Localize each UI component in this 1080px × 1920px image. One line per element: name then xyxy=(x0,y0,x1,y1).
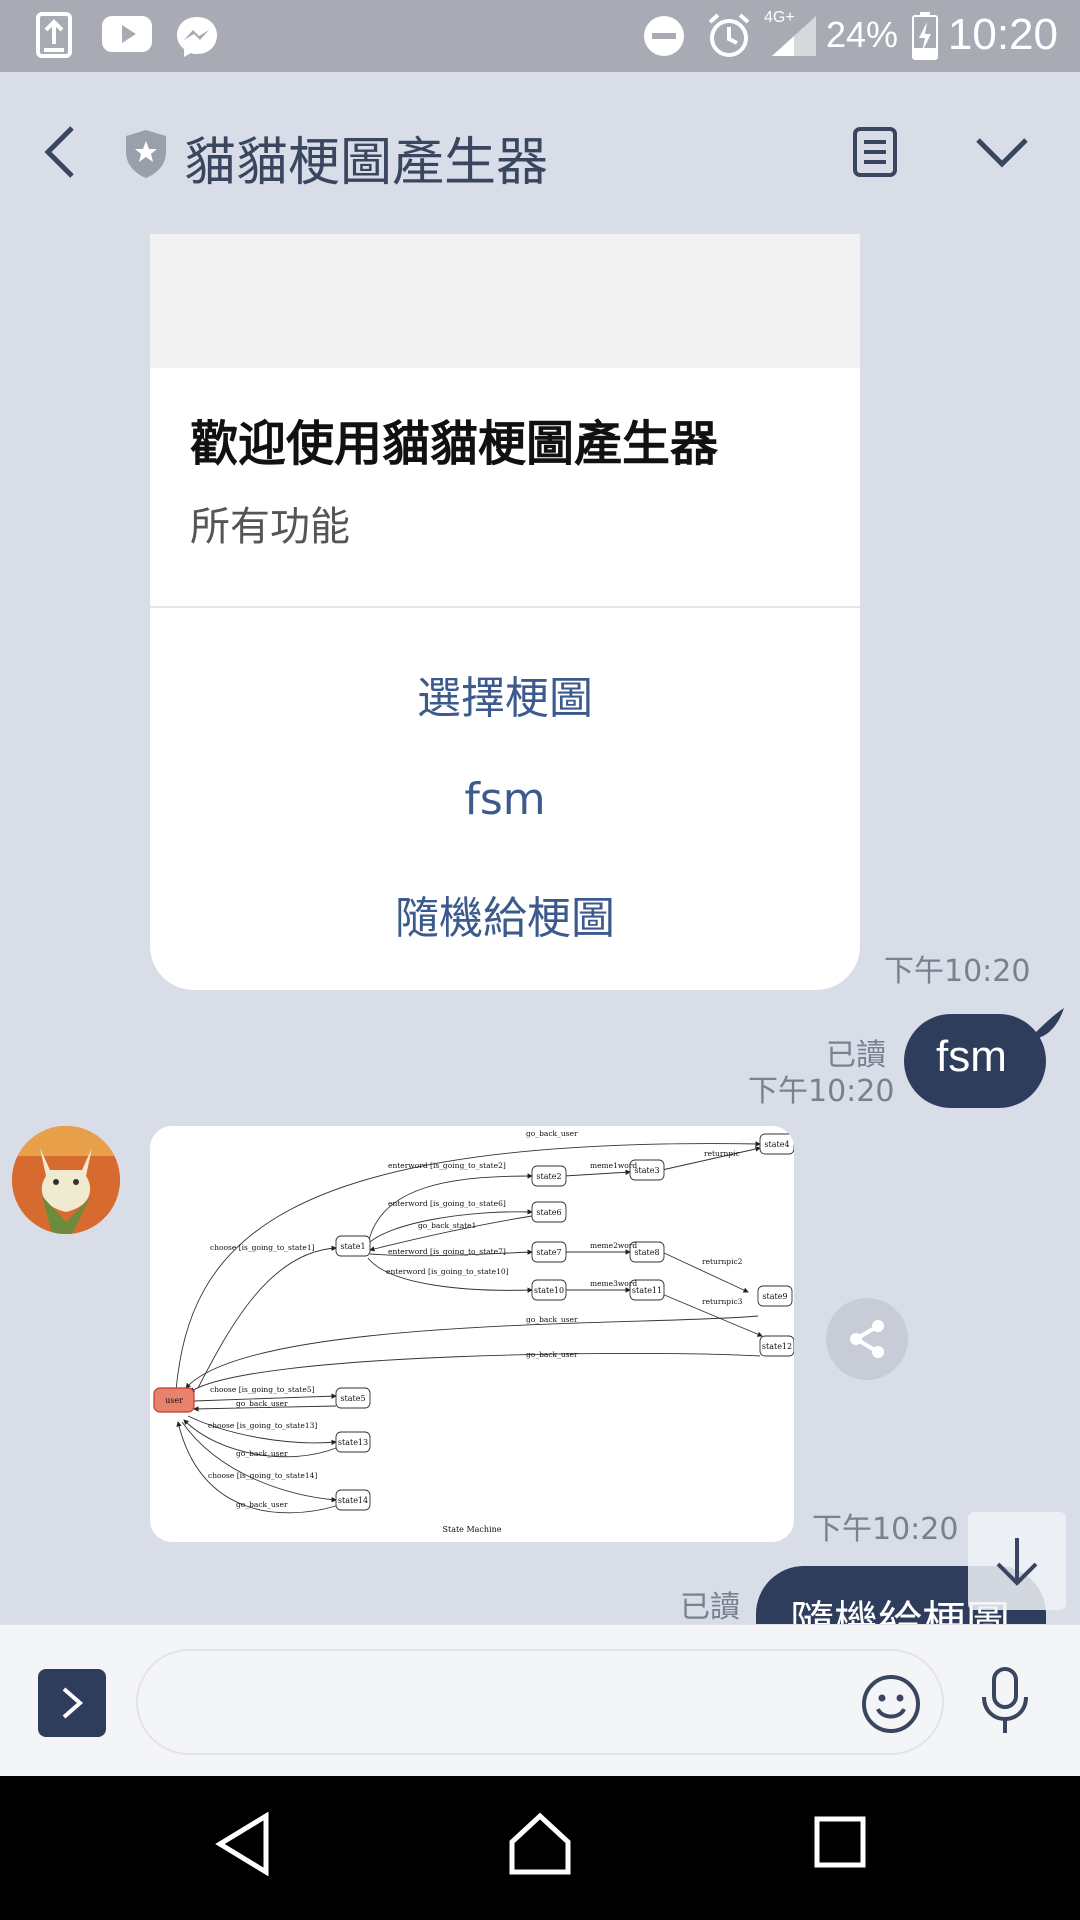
status-bar: 4G+ 24% 10:20 xyxy=(0,0,1080,72)
fsm-node: state10 xyxy=(534,1286,564,1295)
arrow-down-icon xyxy=(996,1538,1038,1586)
fsm-node: state5 xyxy=(340,1394,365,1403)
fsm-edge-label: returnpic3 xyxy=(702,1297,743,1306)
fsm-edge-label: meme3word xyxy=(590,1279,637,1288)
chevron-right-icon xyxy=(62,1687,84,1719)
share-button[interactable] xyxy=(826,1298,908,1380)
fsm-edge-label: choose [is_going_to_state5] xyxy=(210,1385,315,1394)
youtube-icon xyxy=(102,16,152,56)
fsm-edge-label: go_back_user xyxy=(236,1449,288,1458)
network-type-label: 4G+ xyxy=(764,9,795,26)
expand-menu-button[interactable] xyxy=(38,1669,106,1737)
share-icon xyxy=(850,1320,884,1358)
notes-icon[interactable] xyxy=(852,126,898,182)
clock: 10:20 xyxy=(947,10,1058,59)
fsm-node: state9 xyxy=(762,1292,787,1301)
fsm-node: state6 xyxy=(536,1208,561,1217)
fsm-edge-label: meme2word xyxy=(590,1241,637,1250)
read-receipt: 已讀 xyxy=(680,1590,740,1624)
fsm-edge-label: returnpic2 xyxy=(702,1257,743,1266)
fsm-diagram-image[interactable]: user state1 state2 state3 state4 state6 … xyxy=(150,1126,794,1542)
chat-header: 貓貓梗圖產生器 xyxy=(0,72,1080,232)
emoji-icon[interactable] xyxy=(860,1673,922,1739)
fsm-edge-label: go_back_user xyxy=(236,1399,288,1408)
battery-charging-icon xyxy=(912,12,938,64)
fsm-node: state1 xyxy=(340,1242,365,1251)
scroll-to-bottom-button[interactable] xyxy=(968,1512,1066,1610)
nav-recents-icon[interactable] xyxy=(814,1816,866,1872)
random-meme-button[interactable]: 隨機給梗圖 xyxy=(150,882,860,946)
bubble-tail xyxy=(1030,1008,1064,1038)
fsm-node: state7 xyxy=(536,1248,561,1257)
fsm-edge-label: go_back_user xyxy=(236,1500,288,1509)
fsm-edge-label: go_back_user xyxy=(526,1350,578,1359)
fsm-edge-label: enterword [is_going_to_state6] xyxy=(388,1199,506,1208)
fsm-edge-label: choose [is_going_to_state1] xyxy=(210,1243,315,1252)
card-title: 歡迎使用貓貓梗圖產生器 xyxy=(190,416,719,472)
fsm-edge-label: enterword [is_going_to_state2] xyxy=(388,1161,506,1170)
fsm-edge-label: choose [is_going_to_state14] xyxy=(208,1471,317,1480)
do-not-disturb-icon xyxy=(642,14,686,62)
message-input-bar xyxy=(0,1624,1080,1776)
fsm-edge-label: enterword [is_going_to_state10] xyxy=(386,1267,509,1276)
select-meme-button[interactable]: 選擇梗圖 xyxy=(150,662,860,726)
fsm-node: state14 xyxy=(338,1496,368,1505)
fsm-edge-label: choose [is_going_to_state13] xyxy=(208,1421,317,1430)
fsm-node: state2 xyxy=(536,1172,561,1181)
card-divider xyxy=(150,606,860,608)
fsm-node: state8 xyxy=(634,1248,659,1257)
upload-notification-icon xyxy=(36,12,72,62)
message-text: fsm xyxy=(936,1032,1007,1081)
fsm-edge-label: meme1word xyxy=(590,1161,637,1170)
alarm-icon xyxy=(706,12,752,64)
nav-back-icon[interactable] xyxy=(214,1811,272,1880)
battery-percent: 24% xyxy=(825,14,898,55)
message-timestamp: 下午10:20 xyxy=(748,1074,895,1109)
fsm-node: state12 xyxy=(762,1342,792,1351)
image-timestamp: 下午10:20 xyxy=(812,1512,959,1547)
fsm-node: state13 xyxy=(338,1438,368,1447)
outgoing-message-bubble[interactable]: fsm xyxy=(904,1008,1064,1108)
signal-icon: 4G+ xyxy=(764,6,822,64)
fsm-edge-label: go_back_user xyxy=(526,1129,578,1138)
card-hero-image xyxy=(150,234,860,368)
fsm-node: state4 xyxy=(764,1140,789,1149)
chat-area[interactable]: 歡迎使用貓貓梗圖產生器 所有功能 選擇梗圖 fsm 隨機給梗圖 下午10:20 … xyxy=(0,232,1080,1624)
chat-title: 貓貓梗圖產生器 xyxy=(184,133,549,193)
official-account-shield-icon xyxy=(124,128,168,184)
fsm-diagram-caption: State Machine xyxy=(443,1525,502,1534)
fsm-edge-label: enterword [is_going_to_state7] xyxy=(388,1247,506,1256)
nav-home-icon[interactable] xyxy=(508,1812,572,1880)
bot-avatar[interactable] xyxy=(12,1126,120,1234)
microphone-icon[interactable] xyxy=(978,1665,1032,1741)
fsm-edge-label: go_back_user xyxy=(526,1315,578,1324)
fsm-node-user: user xyxy=(165,1396,183,1405)
messenger-icon xyxy=(174,14,220,64)
fsm-edge-label: go_back_state1 xyxy=(418,1221,476,1230)
fsm-node: state3 xyxy=(634,1166,659,1175)
card-timestamp: 下午10:20 xyxy=(884,954,1031,989)
android-nav-bar xyxy=(0,1776,1080,1920)
fsm-button[interactable]: fsm xyxy=(150,774,860,825)
chevron-down-icon[interactable] xyxy=(974,136,1030,174)
back-arrow-icon[interactable] xyxy=(40,124,80,184)
welcome-card: 歡迎使用貓貓梗圖產生器 所有功能 選擇梗圖 fsm 隨機給梗圖 xyxy=(150,234,860,990)
message-input[interactable] xyxy=(136,1649,944,1755)
fsm-edge-label: returnpic xyxy=(704,1149,740,1158)
card-subtitle: 所有功能 xyxy=(190,504,350,550)
